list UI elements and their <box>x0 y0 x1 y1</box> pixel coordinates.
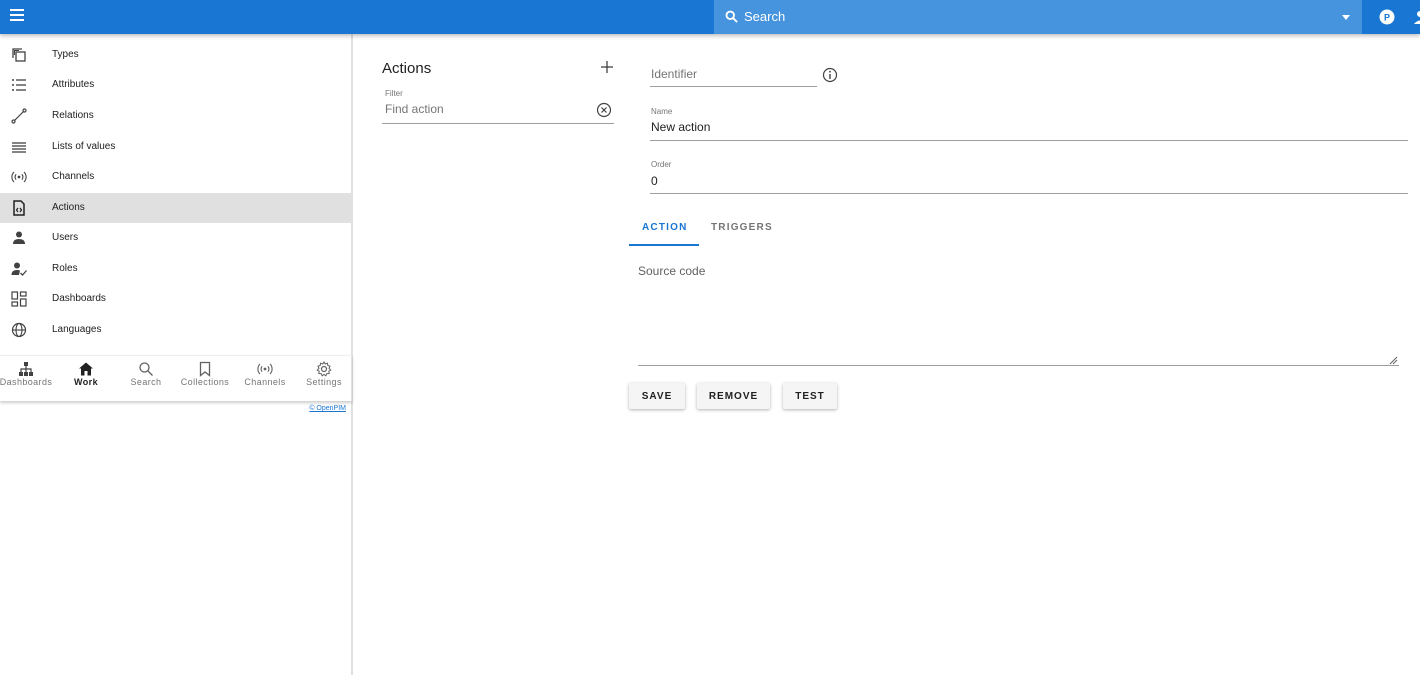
list-icon <box>12 79 26 91</box>
order-underline <box>650 193 1408 194</box>
sidebar-item-label: Actions <box>52 202 85 213</box>
sidebar-item-actions[interactable]: Actions <box>0 193 352 223</box>
order-field[interactable]: 0 <box>651 174 658 188</box>
sidebar-item-relations[interactable]: Relations <box>0 101 352 131</box>
svg-text:P: P <box>1384 12 1390 22</box>
globe-icon <box>11 322 27 338</box>
tab-action[interactable]: ACTION <box>642 222 688 233</box>
add-icon[interactable] <box>600 60 614 74</box>
sidebar-item-label: Channels <box>52 171 95 182</box>
copyright-link[interactable]: © OpenPIM <box>309 405 346 412</box>
test-button[interactable]: TEST <box>783 383 837 409</box>
sidebar-item-label: Languages <box>52 324 102 335</box>
search-box[interactable]: Search <box>714 0 1362 34</box>
channels-icon <box>11 171 27 183</box>
dashboard-icon <box>11 291 27 307</box>
bottom-navigation: Dashboards Work Search Collections Chann… <box>0 355 352 401</box>
list-title: Actions <box>382 60 432 77</box>
sidebar-item-channels[interactable]: Channels <box>0 162 352 192</box>
name-underline <box>650 140 1408 141</box>
sidebar-item-roles[interactable]: Roles <box>0 254 352 284</box>
person-check-icon <box>11 262 27 276</box>
sidebar-item-label: Roles <box>52 263 78 274</box>
filter-input[interactable] <box>385 102 585 116</box>
resize-handle-icon[interactable] <box>1388 355 1398 365</box>
chevron-down-icon[interactable] <box>1342 15 1350 20</box>
sidebar-item-attributes[interactable]: Attributes <box>0 70 352 100</box>
tab-indicator <box>629 244 699 246</box>
bottom-nav-label: Settings <box>306 377 342 387</box>
name-label: Name <box>651 107 673 116</box>
search-icon <box>725 10 738 23</box>
remove-button[interactable]: REMOVE <box>697 383 770 409</box>
sidebar-item-users[interactable]: Users <box>0 223 352 253</box>
identifier-field[interactable]: Identifier <box>651 67 697 81</box>
lines-icon <box>12 142 26 153</box>
source-code-field[interactable]: Source code <box>638 264 705 278</box>
bottom-nav-settings[interactable]: Settings <box>294 356 354 402</box>
save-button[interactable]: SAVE <box>629 383 685 409</box>
clear-icon[interactable] <box>596 102 612 118</box>
search-placeholder[interactable]: Search <box>744 9 785 24</box>
filter-label: Filter <box>385 89 403 98</box>
sidebar-item-label: Attributes <box>52 79 95 90</box>
info-icon[interactable] <box>822 67 838 83</box>
relations-icon <box>11 108 27 124</box>
sidebar-item-lists-of-values[interactable]: Lists of values <box>0 132 352 162</box>
sidebar-item-label: Users <box>52 232 79 243</box>
channels-icon <box>257 363 273 375</box>
types-icon <box>12 48 26 62</box>
profile-icon[interactable]: P <box>1378 8 1396 26</box>
search-icon <box>139 362 153 376</box>
top-app-bar: Search P <box>0 0 1420 34</box>
order-label: Order <box>651 160 672 169</box>
account-icon[interactable] <box>1412 10 1420 24</box>
filter-underline <box>382 123 614 124</box>
sidebar-item-dashboards[interactable]: Dashboards <box>0 284 352 314</box>
source-code-underline <box>638 365 1399 366</box>
code-file-icon <box>13 200 25 216</box>
sidebar-item-label: Lists of values <box>52 141 116 152</box>
person-icon <box>13 231 25 244</box>
sidebar-item-languages[interactable]: Languages <box>0 315 352 345</box>
name-field[interactable]: New action <box>651 120 710 134</box>
gear-icon <box>316 361 332 377</box>
home-icon <box>79 362 93 376</box>
bookmark-icon <box>199 361 211 377</box>
menu-icon[interactable] <box>10 9 26 25</box>
sidebar-item-types[interactable]: Types <box>0 40 352 70</box>
sidebar-item-label: Dashboards <box>52 293 106 304</box>
sidebar-item-label: Relations <box>52 110 94 121</box>
tab-triggers[interactable]: TRIGGERS <box>711 222 773 233</box>
sitemap-icon <box>19 362 33 376</box>
identifier-underline <box>650 86 817 87</box>
sidebar-item-label: Types <box>52 49 79 60</box>
sidebar: Types Attributes Relations Lists of valu… <box>0 34 353 675</box>
